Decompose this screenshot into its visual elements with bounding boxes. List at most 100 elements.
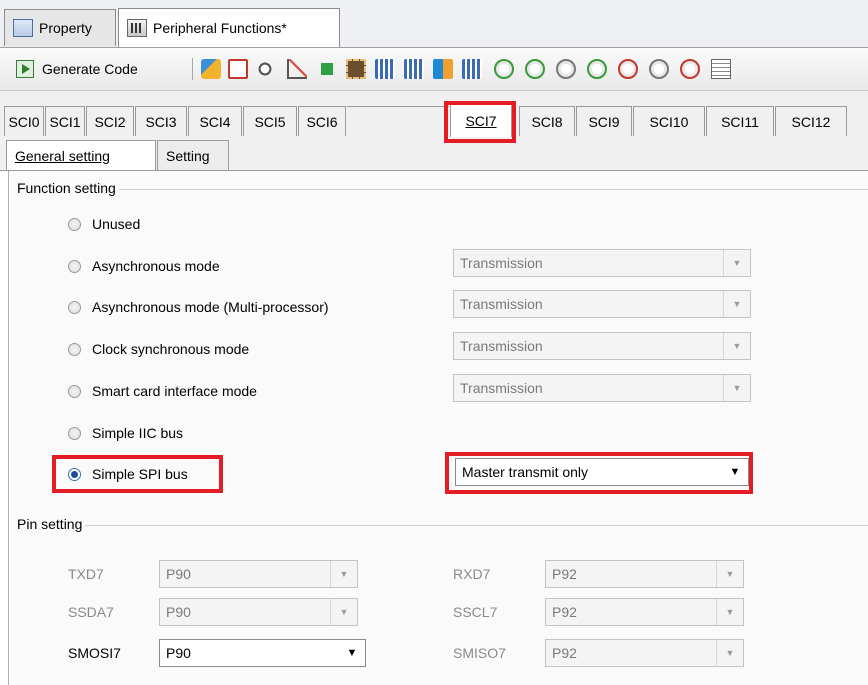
transfer-icon[interactable] <box>433 59 453 79</box>
radio-button[interactable] <box>68 217 81 231</box>
settings-tabs: General setting Setting <box>0 140 868 171</box>
radio-asynchronous-multiprocessor[interactable]: Asynchronous mode (Multi-processor) <box>68 295 329 319</box>
radio-smart-card-interface[interactable]: Smart card interface mode <box>68 379 257 403</box>
spi-mode-select[interactable]: Master transmit only ▼ <box>455 458 749 486</box>
tab-sci7[interactable]: SCI7 <box>450 103 512 137</box>
tab-general-setting[interactable]: General setting <box>6 140 156 170</box>
radio-clock-synchronous-mode[interactable]: Clock synchronous mode <box>68 337 249 361</box>
tab-sci5[interactable]: SCI5 <box>243 106 297 136</box>
clock-icon[interactable] <box>556 59 576 79</box>
tab-sci3[interactable]: SCI3 <box>135 106 187 136</box>
ssda7-pin-select[interactable]: P90 ▼ <box>159 598 358 626</box>
radio-simple-iic-bus[interactable]: Simple IIC bus <box>68 421 183 445</box>
tab-sci4[interactable]: SCI4 <box>188 106 242 136</box>
smosi7-pin-select[interactable]: P90 ▼ <box>159 639 366 667</box>
generate-code-label: Generate Code <box>42 61 138 77</box>
tab-sci12[interactable]: SCI12 <box>775 106 847 136</box>
tab-sci11[interactable]: SCI11 <box>706 106 774 136</box>
tab-sci0-label: SCI0 <box>8 113 40 130</box>
module-icon[interactable] <box>201 59 221 79</box>
ssda7-pin-value: P90 <box>166 604 191 620</box>
multiprocessor-mode-select[interactable]: Transmission ▼ <box>453 290 751 318</box>
tab-sci10[interactable]: SCI10 <box>633 106 705 136</box>
tab-sci6-label: SCI6 <box>306 113 338 130</box>
asynchronous-mode-select[interactable]: Transmission ▼ <box>453 249 751 277</box>
wizard-icon[interactable] <box>317 59 337 79</box>
function-setting-title: Function setting <box>14 180 119 196</box>
clock-icon[interactable] <box>525 59 545 79</box>
tab-sci9-label: SCI9 <box>588 113 620 130</box>
radio-unused[interactable]: Unused <box>68 212 140 236</box>
tab-sci2-label: SCI2 <box>94 113 126 130</box>
clock-synchronous-select[interactable]: Transmission ▼ <box>453 332 751 360</box>
tab-sci1[interactable]: SCI1 <box>45 106 85 136</box>
grid-icon[interactable] <box>711 59 731 79</box>
clock-icon[interactable] <box>587 59 607 79</box>
smiso7-pin-select[interactable]: P92 ▼ <box>545 639 744 667</box>
multiprocessor-mode-select-value: Transmission <box>460 296 543 312</box>
tab-sci8-label: SCI8 <box>531 113 563 130</box>
rxd7-pin-value: P92 <box>552 566 577 582</box>
radio-button[interactable] <box>68 384 81 398</box>
clock-icon[interactable] <box>680 59 700 79</box>
tab-peripheral-functions[interactable]: Peripheral Functions* <box>118 8 340 47</box>
document-tab-strip: Property Peripheral Functions* <box>0 0 868 48</box>
tab-general-setting-label: General setting <box>15 147 110 164</box>
tab-sci2[interactable]: SCI2 <box>86 106 134 136</box>
tab-property-label: Property <box>39 20 92 36</box>
clock-icon[interactable] <box>494 59 514 79</box>
tab-sci10-label: SCI10 <box>649 113 689 130</box>
clipboard-icon[interactable] <box>228 59 248 79</box>
radio-button[interactable] <box>68 300 81 314</box>
tab-sci6[interactable]: SCI6 <box>298 106 346 136</box>
txd7-pin-select[interactable]: P90 ▼ <box>159 560 358 588</box>
function-setting-divider <box>14 189 868 190</box>
radio-button-selected[interactable] <box>68 467 81 481</box>
component-icon[interactable] <box>375 59 395 79</box>
clock-icon[interactable] <box>649 59 669 79</box>
generate-code-button[interactable]: Generate Code <box>16 57 138 81</box>
txd7-pin-value: P90 <box>166 566 191 582</box>
radio-button[interactable] <box>68 426 81 440</box>
bus-icon[interactable] <box>462 59 482 79</box>
radio-asynchronous-mode-label: Asynchronous mode <box>92 258 220 274</box>
radio-smart-card-label: Smart card interface mode <box>92 383 257 399</box>
tab-sci3-label: SCI3 <box>145 113 177 130</box>
radio-button[interactable] <box>68 342 81 356</box>
pin-label-smosi7: SMOSI7 <box>68 645 121 661</box>
tab-sci8[interactable]: SCI8 <box>519 106 575 136</box>
toolbar-separator <box>192 58 193 80</box>
binoculars-icon[interactable] <box>255 59 275 79</box>
pin-label-txd7: TXD7 <box>68 566 104 582</box>
pin-setting-divider <box>14 525 868 526</box>
radio-button[interactable] <box>68 259 81 273</box>
chip-icon[interactable] <box>346 59 366 79</box>
chart-icon[interactable] <box>287 59 307 79</box>
tab-property[interactable]: Property <box>4 9 116 46</box>
chevron-down-icon: ▼ <box>723 333 750 359</box>
tab-setting[interactable]: Setting <box>157 140 229 170</box>
clock-icon[interactable] <box>618 59 638 79</box>
tab-sci11-label: SCI11 <box>721 113 759 130</box>
tab-sci5-label: SCI5 <box>254 113 286 130</box>
tab-sci0[interactable]: SCI0 <box>4 106 44 136</box>
spi-mode-select-value: Master transmit only <box>462 464 589 480</box>
radio-simple-spi-bus[interactable]: Simple SPI bus <box>68 462 188 486</box>
pin-label-sscl7: SSCL7 <box>453 604 498 620</box>
sscl7-pin-select[interactable]: P92 ▼ <box>545 598 744 626</box>
smiso7-pin-value: P92 <box>552 645 577 661</box>
smart-card-select[interactable]: Transmission ▼ <box>453 374 751 402</box>
tab-sci4-label: SCI4 <box>199 113 231 130</box>
chevron-down-icon: ▼ <box>330 599 357 625</box>
peripheral-functions-icon <box>127 19 147 37</box>
tab-sci9[interactable]: SCI9 <box>576 106 632 136</box>
radio-asynchronous-mode[interactable]: Asynchronous mode <box>68 254 220 278</box>
radio-simple-iic-label: Simple IIC bus <box>92 425 184 441</box>
rxd7-pin-select[interactable]: P92 ▼ <box>545 560 744 588</box>
chevron-down-icon: ▼ <box>723 250 750 276</box>
sscl7-pin-value: P92 <box>552 604 577 620</box>
chevron-down-icon: ▼ <box>716 599 743 625</box>
pin-setting-title: Pin setting <box>14 516 86 532</box>
tab-sci12-label: SCI12 <box>791 113 831 130</box>
component-icon[interactable] <box>404 59 424 79</box>
